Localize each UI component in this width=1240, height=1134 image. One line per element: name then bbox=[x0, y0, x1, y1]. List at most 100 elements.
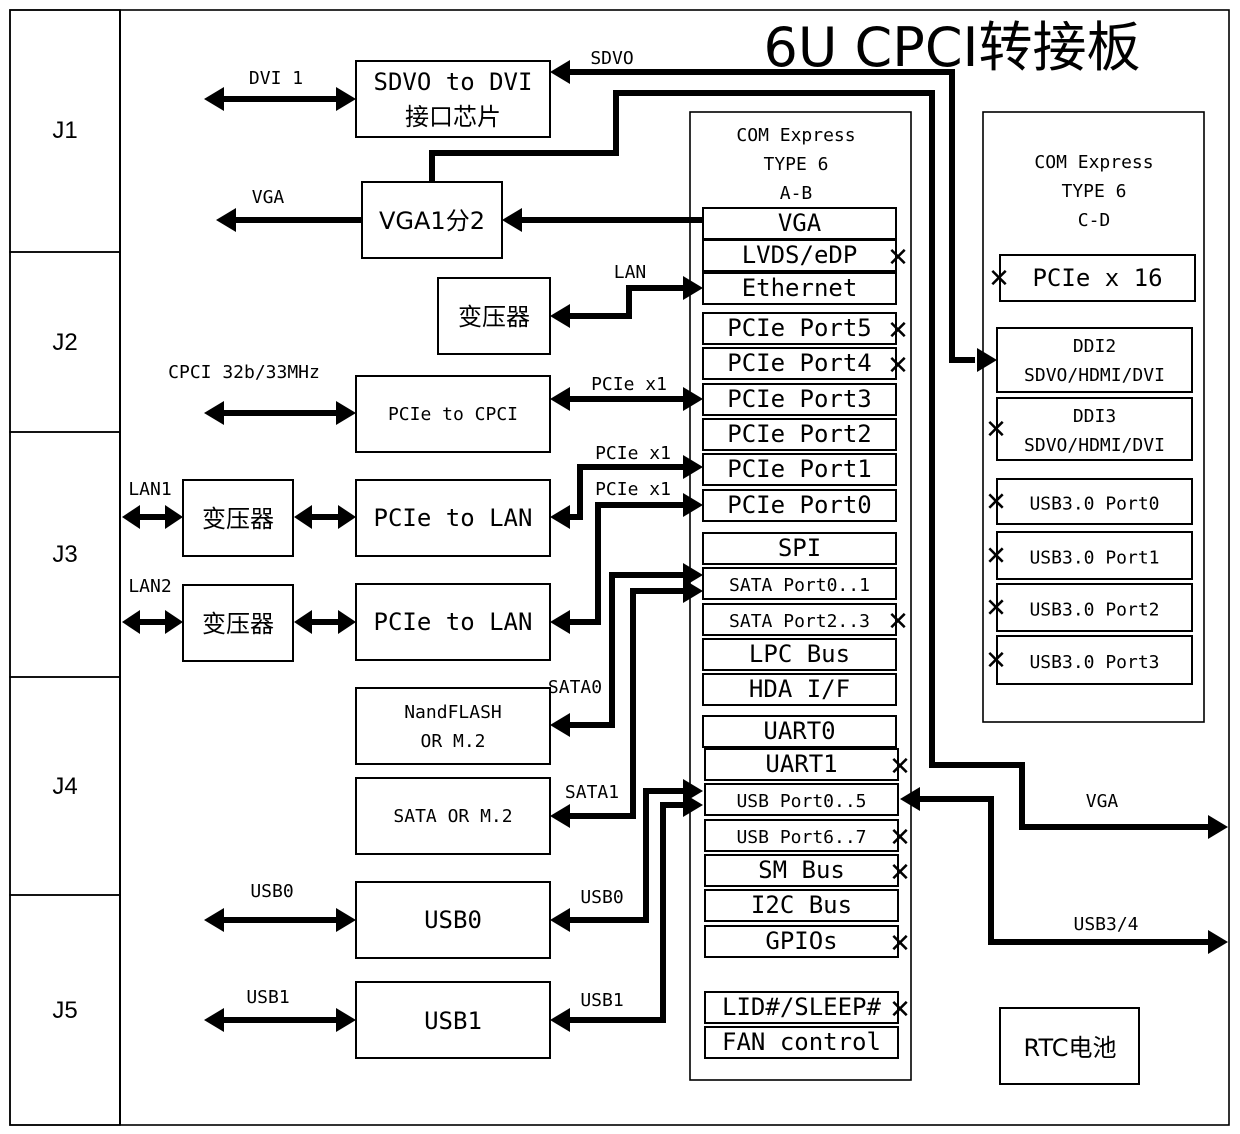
arrow-lan1-int-right bbox=[338, 505, 356, 529]
unused-x-icon: ✕ bbox=[985, 415, 1007, 445]
label-vga-right: VGA bbox=[1086, 791, 1119, 812]
port-lvds-edp-label: LVDS/eDP bbox=[742, 241, 858, 269]
arrow-vga-right-head bbox=[1208, 815, 1228, 839]
label-lan: LAN bbox=[614, 262, 647, 283]
port-pcie-port3-label: PCIe Port3 bbox=[727, 385, 872, 413]
arrow-pcie-port0-left bbox=[550, 610, 570, 634]
arrow-usb34-left bbox=[900, 787, 920, 811]
label-cpci-bus: CPCI 32b/33MHz bbox=[168, 362, 320, 383]
com-cd-header-1: COM Express bbox=[1034, 152, 1153, 173]
port-uart0-label: UART0 bbox=[763, 717, 835, 745]
pcie-lan2-label: PCIe to LAN bbox=[374, 608, 533, 636]
unused-x-icon: ✕ bbox=[889, 752, 911, 782]
connector-j2-label: J2 bbox=[52, 329, 77, 356]
port-pcie-x-16-label: PCIe x 16 bbox=[1032, 264, 1162, 292]
label-pcie-x1-c: PCIe x1 bbox=[595, 479, 671, 500]
arrow-pcie-port0-right bbox=[683, 493, 703, 517]
label-lan2: LAN2 bbox=[128, 576, 171, 597]
arrow-dvi1-right bbox=[336, 87, 356, 111]
arrow-lan-right bbox=[683, 276, 703, 300]
arrow-sata1-left bbox=[550, 804, 570, 828]
arrow-lan-left bbox=[550, 304, 570, 328]
unused-x-icon: ✕ bbox=[889, 995, 911, 1025]
arrow-usb0-left bbox=[550, 908, 570, 932]
com-cd-header-2: TYPE 6 bbox=[1061, 181, 1126, 202]
arrow-lan1-ext-right bbox=[165, 505, 183, 529]
arrow-lan2-ext-left bbox=[122, 610, 140, 634]
port-pcie-port2-label: PCIe Port2 bbox=[727, 420, 872, 448]
wire-lan bbox=[568, 285, 684, 319]
arrow-usb1-ext-left bbox=[204, 1008, 224, 1032]
unused-x-icon: ✕ bbox=[985, 542, 1007, 572]
label-usb34: USB3/4 bbox=[1073, 914, 1138, 935]
arrow-cpci-right bbox=[336, 401, 356, 425]
arrow-lan1-int-left bbox=[294, 505, 312, 529]
label-usb1-right: USB1 bbox=[580, 990, 623, 1011]
pcie-lan1-label: PCIe to LAN bbox=[374, 504, 533, 532]
port-usb-port0-5-label: USB Port0..5 bbox=[736, 791, 866, 812]
connector-j4-label: J4 bbox=[52, 773, 77, 800]
connector-j1-label: J1 bbox=[52, 117, 77, 144]
port-usb3-0-port2-label: USB3.0 Port2 bbox=[1029, 600, 1159, 621]
port-pcie-port1-label: PCIe Port1 bbox=[727, 455, 872, 483]
port-usb3-0-port0-label: USB3.0 Port0 bbox=[1029, 494, 1159, 515]
port-usb-port6-7-label: USB Port6..7 bbox=[736, 827, 866, 848]
wire-usb34 bbox=[918, 796, 1208, 945]
unused-x-icon: ✕ bbox=[887, 351, 909, 381]
label-usb0-right: USB0 bbox=[580, 887, 623, 908]
port-fan-control-label: FAN control bbox=[722, 1028, 881, 1056]
label-sata0: SATA0 bbox=[548, 677, 602, 698]
arrow-usb0-ext-left bbox=[204, 908, 224, 932]
com-ab-port-list: VGA LVDS/eDP ✕ Ethernet PCIe Port5 ✕ PCIe Port… bbox=[702, 207, 911, 1059]
label-sdvo: SDVO bbox=[590, 48, 633, 69]
port-gpios-label: GPIOs bbox=[765, 927, 837, 955]
wire-sata0 bbox=[568, 572, 684, 728]
nandflash-block bbox=[355, 687, 551, 765]
label-pcie-x1-a: PCIe x1 bbox=[591, 374, 667, 395]
transformer2-label: 变压器 bbox=[202, 610, 274, 638]
com-ab-header-2: TYPE 6 bbox=[763, 154, 828, 175]
arrow-usb1-left bbox=[550, 1008, 570, 1032]
arrow-sdvo-head bbox=[550, 60, 570, 84]
unused-x-icon: ✕ bbox=[887, 243, 909, 273]
block-diagram: J1 J2 J3 J4 J5 6U CPCI转接板 SDVO to DVI 接口… bbox=[0, 0, 1240, 1134]
port-lpc-bus-label: LPC Bus bbox=[749, 640, 850, 668]
unused-x-icon: ✕ bbox=[887, 607, 909, 637]
com-cd-port-list: PCIe x 16 ✕ DDI2 SDVO/HDMI/DVI DDI3 SDVO/HDMI… bbox=[985, 254, 1196, 685]
arrow-vga-in-head bbox=[502, 208, 522, 232]
arrow-usb0-ext-right bbox=[336, 908, 356, 932]
nandflash-line1: NandFLASH bbox=[404, 702, 502, 723]
sata-m2-label: SATA OR M.2 bbox=[393, 806, 512, 827]
arrow-lan2-int-left bbox=[294, 610, 312, 634]
arrow-sata1-right bbox=[683, 579, 703, 603]
arrow-sata0-left bbox=[550, 713, 570, 737]
com-ab-header-1: COM Express bbox=[736, 125, 855, 146]
arrow-usb34-right bbox=[1208, 930, 1228, 954]
unused-x-icon: ✕ bbox=[889, 823, 911, 853]
arrow-lan1-ext-left bbox=[122, 505, 140, 529]
port-usb3-0-port1-label: USB3.0 Port1 bbox=[1029, 548, 1159, 569]
arrow-ddi2-head bbox=[977, 348, 997, 372]
arrow-dvi1-left bbox=[204, 87, 224, 111]
port-ddi3-line1: DDI3 bbox=[1073, 406, 1116, 427]
arrow-pcie-port3-right bbox=[683, 387, 703, 411]
label-usb0-left: USB0 bbox=[250, 881, 293, 902]
label-sata1: SATA1 bbox=[565, 782, 619, 803]
arrow-lan2-ext-right bbox=[165, 610, 183, 634]
sdvo-dvi-chip-line2: 接口芯片 bbox=[405, 103, 501, 131]
port-sata-port0-1-label: SATA Port0..1 bbox=[729, 575, 870, 596]
wire-usb1 bbox=[568, 802, 684, 1023]
transformer1-label: 变压器 bbox=[202, 505, 274, 533]
port-ddi2-line2: SDVO/HDMI/DVI bbox=[1024, 365, 1165, 386]
port-uart1-label: UART1 bbox=[765, 750, 837, 778]
com-cd-header-3: C-D bbox=[1078, 210, 1111, 231]
port-usb3-0-port3-label: USB3.0 Port3 bbox=[1029, 652, 1159, 673]
arrow-pcie-port3-left bbox=[550, 387, 570, 411]
arrow-cpci-left bbox=[204, 401, 224, 425]
port-sm-bus-label: SM Bus bbox=[758, 856, 845, 884]
label-usb1-left: USB1 bbox=[246, 987, 289, 1008]
vga-splitter-label: VGA1分2 bbox=[379, 207, 485, 235]
port-pcie-port0-label: PCIe Port0 bbox=[727, 491, 872, 519]
unused-x-icon: ✕ bbox=[887, 316, 909, 346]
port-lid-sleep-label: LID#/SLEEP# bbox=[722, 993, 881, 1021]
